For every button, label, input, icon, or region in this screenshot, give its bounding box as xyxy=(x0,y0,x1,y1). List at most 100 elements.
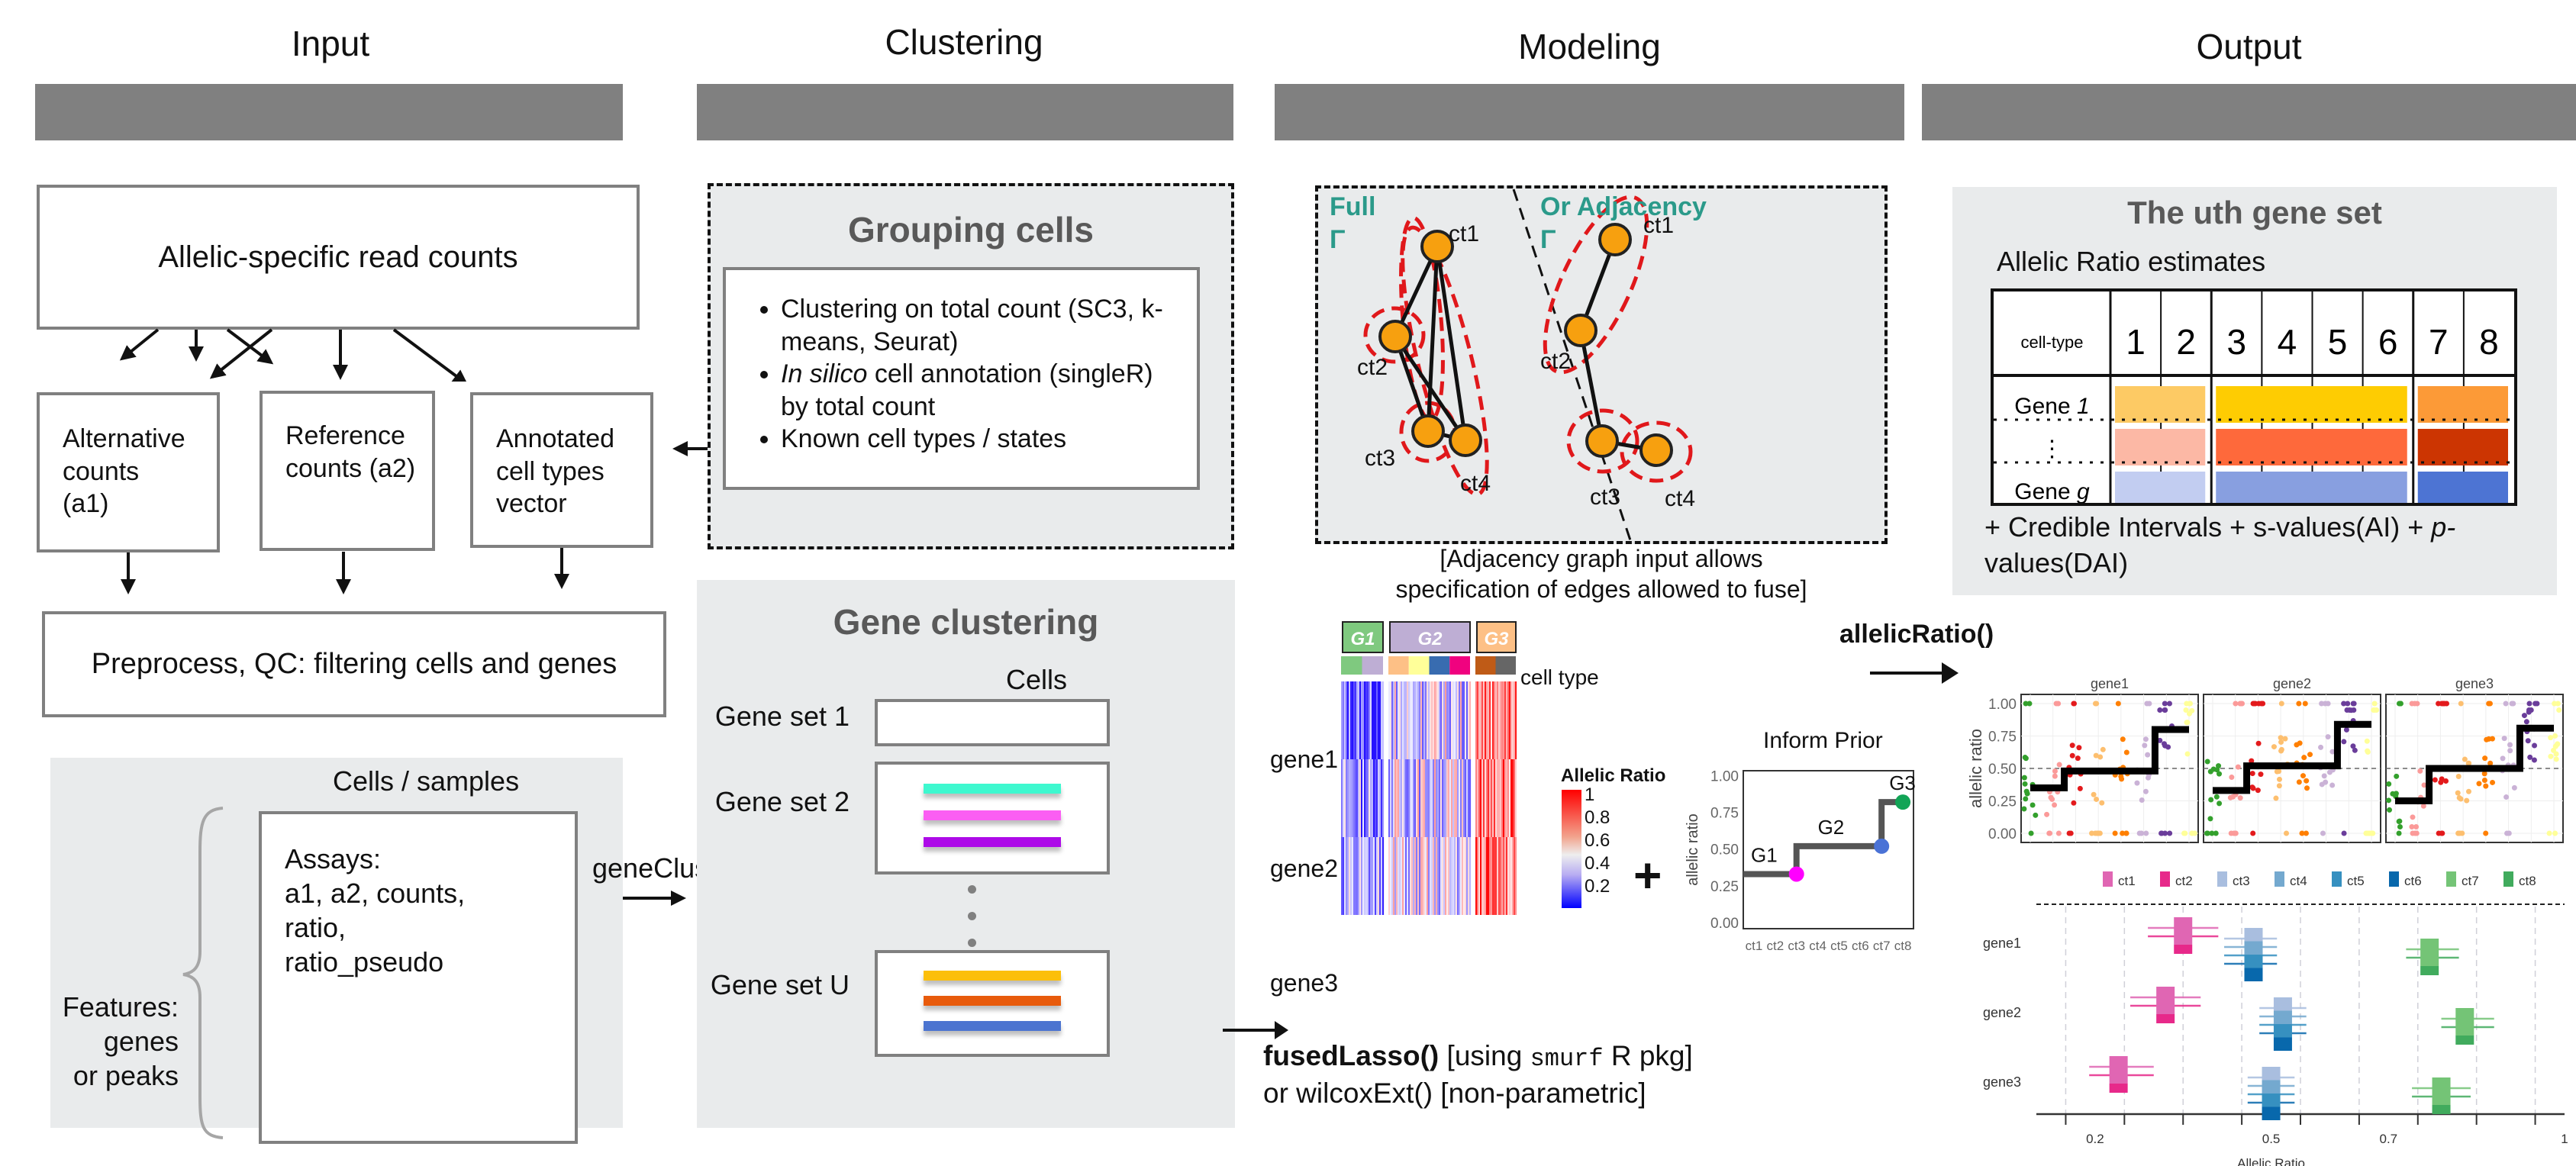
facet-point xyxy=(2255,788,2261,794)
facet-point xyxy=(2071,701,2078,707)
alt-counts-line1: Alternative xyxy=(63,424,185,453)
facet-ytick: 0.50 xyxy=(1988,762,2017,778)
facet-point xyxy=(2145,752,2151,758)
celltype-swatch xyxy=(1449,656,1470,675)
celltype-swatch xyxy=(1408,656,1430,675)
facet-point xyxy=(2217,800,2223,807)
forest-estimate-box xyxy=(2262,1094,2281,1107)
column-bar-clustering xyxy=(697,84,1233,140)
facet-point xyxy=(2258,771,2264,778)
legend-label: ct8 xyxy=(2519,874,2536,888)
facet-ytick: 0.75 xyxy=(1988,730,2017,746)
heatmap-cell xyxy=(1463,759,1465,837)
facet-point xyxy=(2464,797,2470,804)
facet-point xyxy=(2158,830,2165,836)
legend-tick: 1 xyxy=(1585,784,1595,805)
heatmap-cell xyxy=(1448,837,1450,915)
facet-ytick: 0.25 xyxy=(1988,794,2017,810)
smurf-pkg: smurf xyxy=(1530,1045,1604,1073)
facet-point xyxy=(2364,738,2370,744)
heatmap-cell xyxy=(1407,759,1409,837)
facet-point xyxy=(2487,701,2493,707)
heatmap-cell xyxy=(1405,837,1407,915)
prior-group-label: G3 xyxy=(1889,771,1916,794)
forest-estimate-box xyxy=(2455,1008,2474,1036)
facet-point xyxy=(2458,796,2464,802)
heatmap-cell xyxy=(1376,759,1378,837)
heatmap-cell xyxy=(1489,759,1491,837)
facet-point xyxy=(2204,830,2210,836)
facet-point xyxy=(2052,768,2058,774)
allelic-ratio-forest-plot: ct1 ct2 ct3 ct4 ct5 ct6 ct7 ct8 0.2 0.5 0.7 1 Alleli… xyxy=(1983,871,2568,1166)
heatmap-cell xyxy=(1507,837,1510,915)
heatmap-legend-title: Allelic Ratio xyxy=(1561,765,1666,786)
heatmap-cell xyxy=(1448,681,1450,759)
facet-point xyxy=(2184,751,2191,757)
facet-point xyxy=(2250,830,2256,836)
facet-title: gene1 xyxy=(2091,676,2129,691)
heatmap-cell xyxy=(1433,681,1435,759)
graph-node-label: ct2 xyxy=(1540,349,1571,374)
facet-point xyxy=(2553,751,2559,757)
facet-point xyxy=(2033,812,2039,818)
facet-point xyxy=(2296,701,2302,707)
prior-xtick: ct2 xyxy=(1766,939,1784,953)
table-column-header: 1 xyxy=(2126,322,2146,362)
heatmap-cell xyxy=(1436,837,1438,915)
facet-point xyxy=(2184,720,2191,726)
legend-label: ct7 xyxy=(2462,874,2479,888)
heatmap-cell xyxy=(1372,759,1374,837)
facet-point xyxy=(2021,806,2027,812)
heatmap-cell xyxy=(1440,681,1443,759)
facet-point xyxy=(2481,778,2487,784)
heatmap-cell xyxy=(1504,837,1507,915)
heatmap-cell xyxy=(1347,837,1349,915)
gene-set-title: The uth gene set xyxy=(2127,195,2382,230)
annotated-line3: vector xyxy=(496,489,567,518)
heatmap-cell xyxy=(1414,759,1417,837)
facet-point xyxy=(2278,735,2284,741)
heatmap-cell xyxy=(1401,837,1403,915)
assays-line4: ratio_pseudo xyxy=(285,946,444,978)
facet-point xyxy=(2209,830,2215,836)
facet-point xyxy=(2409,824,2415,829)
heatmap-cell xyxy=(1365,759,1368,837)
facet-point xyxy=(2134,780,2140,786)
heatmap-cell xyxy=(1364,759,1366,837)
facet-point xyxy=(2076,745,2082,751)
heatmap-cell xyxy=(1515,759,1517,837)
heatmap-cell xyxy=(1451,681,1453,759)
heatmap-cell xyxy=(1393,837,1395,915)
heatmap-cell xyxy=(1491,837,1493,915)
heatmap-cell xyxy=(1514,837,1516,915)
facet-point xyxy=(2367,830,2373,836)
heatmap-cell xyxy=(1443,759,1446,837)
facet-point xyxy=(2390,791,2396,797)
heatmap-cell xyxy=(1439,681,1441,759)
heatmap-cell xyxy=(1413,759,1415,837)
facet-point xyxy=(2123,830,2129,836)
facet-point xyxy=(2095,830,2101,836)
facet-point xyxy=(2297,740,2303,746)
heatmap-cell xyxy=(1399,681,1401,759)
heatmap-cell xyxy=(1466,837,1469,915)
heatmap-cell xyxy=(1352,759,1354,837)
facet-point xyxy=(2028,830,2034,836)
facet-point xyxy=(2229,775,2235,781)
facet-point xyxy=(2300,773,2306,779)
graph-node-label: ct4 xyxy=(1460,471,1491,496)
full-gamma-symbol: Γ xyxy=(1330,224,1346,254)
heatmap-cell xyxy=(1390,837,1392,915)
facet-point xyxy=(2325,734,2331,740)
heatmap-cell xyxy=(1492,837,1494,915)
facet-point xyxy=(2091,791,2097,797)
table-row-label: ⋮ xyxy=(2041,436,2064,462)
facet-point xyxy=(2276,776,2282,782)
heatmap-cell xyxy=(1452,837,1455,915)
facet-point xyxy=(2216,763,2222,769)
heatmap-cell xyxy=(1462,759,1464,837)
facet-point xyxy=(2465,788,2471,794)
legend-tick: 0.8 xyxy=(1585,807,1610,828)
facet-point xyxy=(2097,754,2104,760)
heatmap-cell xyxy=(1452,681,1455,759)
